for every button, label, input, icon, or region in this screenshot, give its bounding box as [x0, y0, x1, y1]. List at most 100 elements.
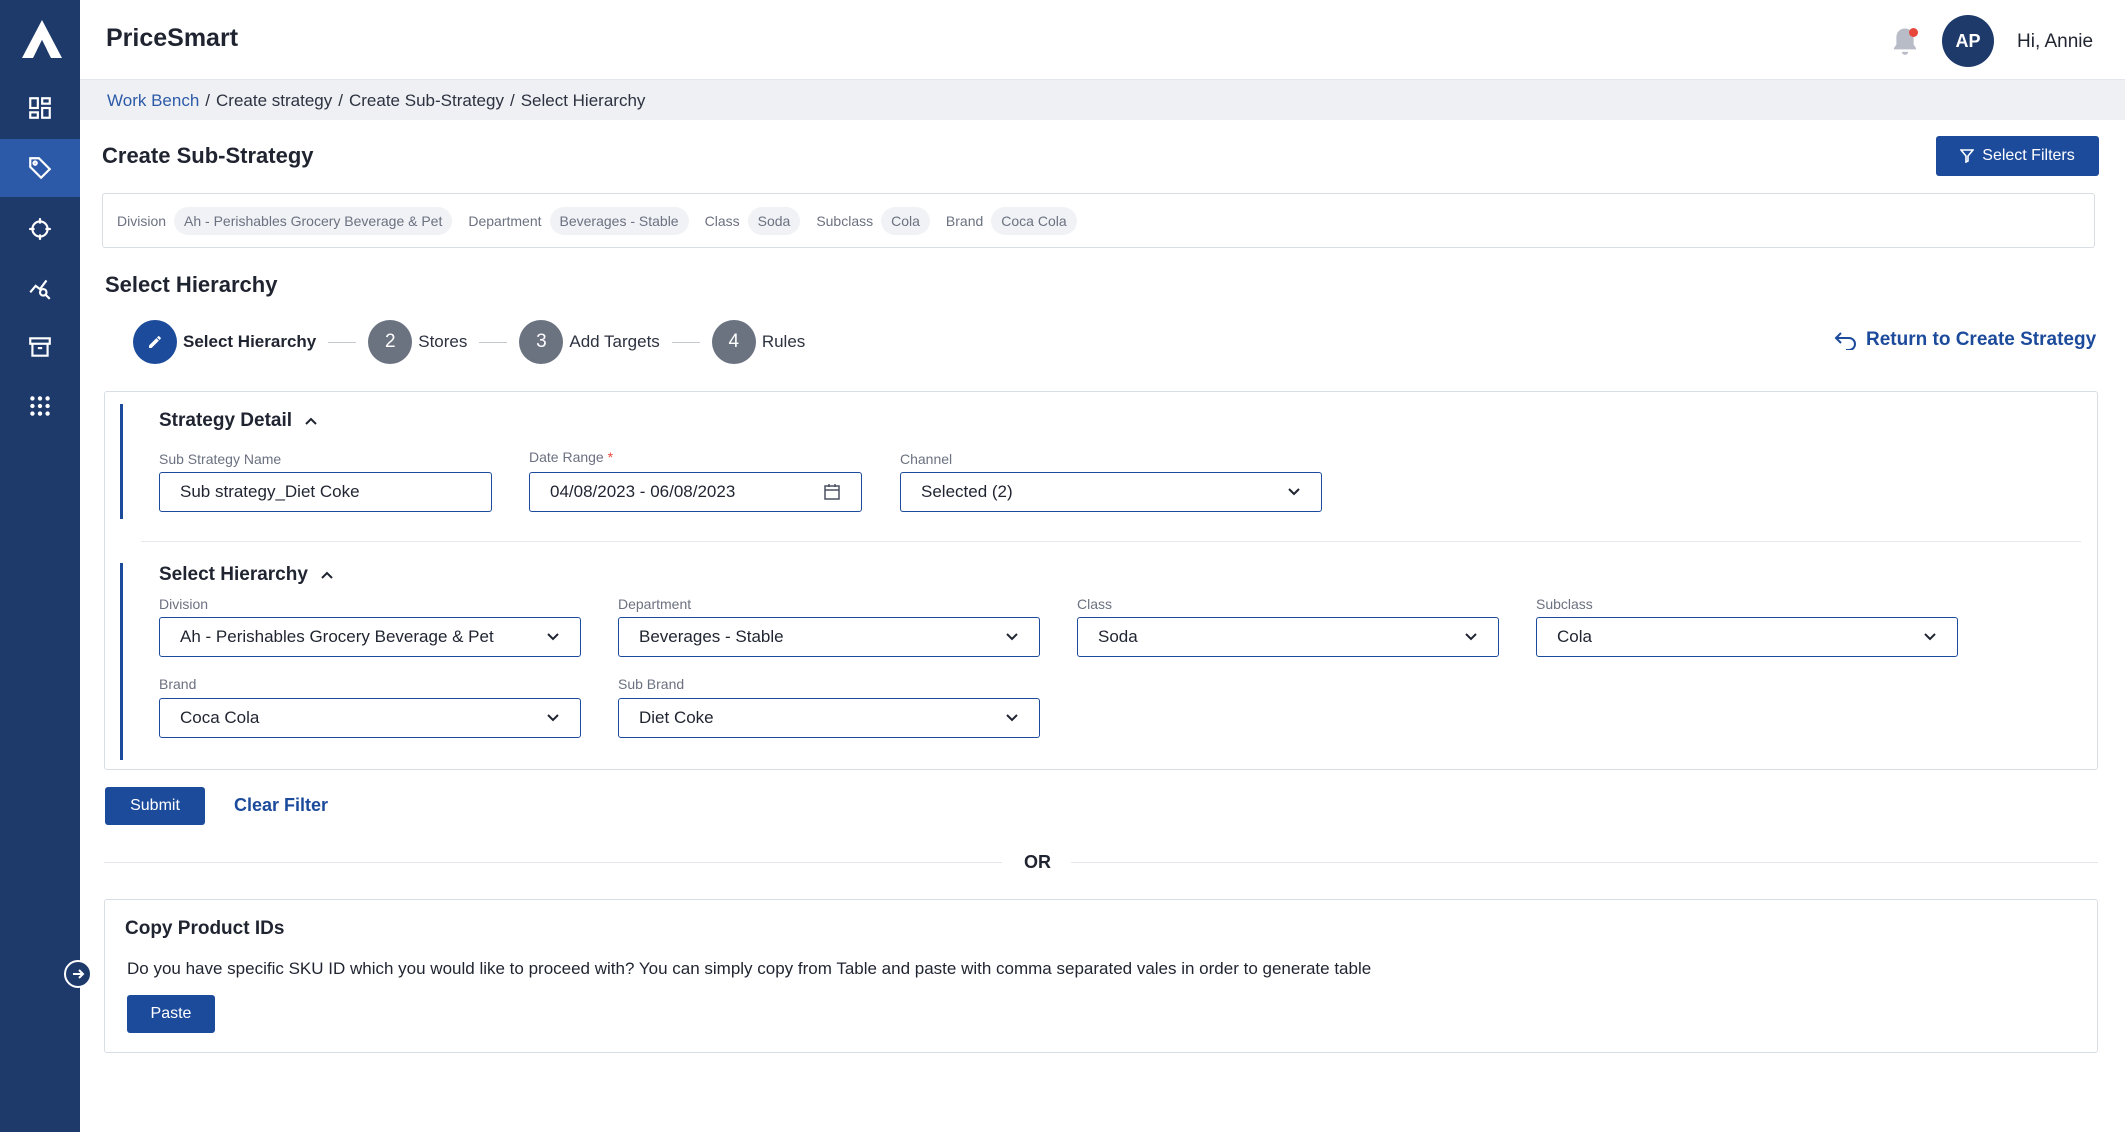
user-greeting: Hi, Annie	[2017, 31, 2094, 52]
step-circle: 4	[711, 320, 756, 364]
breadcrumb-separator: /	[205, 91, 211, 110]
or-separator-text: OR	[1024, 852, 1051, 872]
dashboard-icon	[29, 97, 51, 119]
chevron-down-icon	[1465, 633, 1477, 641]
subclass-select[interactable]: Cola	[1536, 617, 1958, 657]
brand-value: Coca Cola	[180, 708, 260, 727]
avatar[interactable]: AP	[1942, 15, 1994, 67]
sub-strategy-name-value: Sub strategy_Diet Coke	[180, 482, 360, 501]
step-connector	[671, 341, 700, 343]
chip-class: Soda	[747, 206, 801, 235]
department-value: Beverages - Stable	[639, 627, 784, 646]
pencil-icon	[149, 336, 161, 348]
step-label: Stores	[418, 332, 468, 351]
step-circle: 3	[519, 320, 564, 364]
expand-sidebar-button[interactable]	[64, 960, 92, 988]
clear-filter-link[interactable]: Clear Filter	[234, 795, 328, 816]
sidebar-item-analytics[interactable]	[0, 259, 80, 317]
division-value: Ah - Perishables Grocery Beverage & Pet	[180, 627, 494, 646]
chevron-down-icon	[1006, 714, 1018, 722]
applied-filters: Division Ah - Perishables Grocery Bevera…	[102, 193, 2095, 248]
copy-product-ids-title: Copy Product IDs	[125, 918, 285, 939]
date-range-label-text: Date Range	[529, 449, 604, 465]
notification-bell[interactable]	[1890, 26, 1920, 58]
date-range-picker[interactable]: 04/08/2023 - 06/08/2023	[529, 472, 862, 512]
sub-brand-value: Diet Coke	[639, 708, 714, 727]
apps-grid-icon	[30, 396, 50, 416]
required-asterisk: *	[607, 449, 614, 465]
chevron-up-icon	[321, 571, 333, 579]
breadcrumb-separator: /	[338, 91, 343, 110]
breadcrumb-workbench[interactable]: Work Bench	[107, 91, 199, 110]
date-range-value: 04/08/2023 - 06/08/2023	[550, 482, 736, 501]
submit-button[interactable]: Submit	[105, 787, 205, 825]
sidebar-item-archive[interactable]	[0, 318, 80, 376]
top-header: PriceSmart AP Hi, Annie	[80, 0, 2125, 80]
chip-subclass: Cola	[881, 206, 930, 235]
calendar-icon	[824, 484, 840, 500]
hierarchy-form-panel: Strategy Detail Sub Strategy Name Sub st…	[104, 391, 2098, 770]
channel-value: Selected (2)	[921, 482, 1013, 501]
step-circle: 2	[368, 320, 413, 364]
archive-icon	[29, 337, 51, 357]
section-accent-bar	[120, 404, 123, 519]
strategy-detail-header[interactable]: Strategy Detail	[159, 410, 318, 432]
step-add-targets[interactable]: 3 Add Targets	[519, 320, 660, 364]
department-label: Department	[618, 596, 692, 612]
channel-select[interactable]: Selected (2)	[900, 472, 1322, 512]
step-rules[interactable]: 4 Rules	[711, 320, 805, 364]
app-logo-icon[interactable]	[20, 18, 64, 62]
chevron-up-icon	[305, 417, 317, 425]
sub-brand-label: Sub Brand	[618, 676, 685, 692]
select-filters-button[interactable]: Select Filters	[1936, 136, 2099, 176]
chip-label-brand: Brand	[945, 212, 984, 229]
breadcrumb-create-strategy[interactable]: Create strategy	[216, 91, 332, 110]
class-select[interactable]: Soda	[1077, 617, 1499, 657]
sidebar	[0, 0, 80, 1132]
strategy-detail-title: Strategy Detail	[159, 410, 293, 431]
tag-icon	[29, 157, 52, 180]
breadcrumb: Work Bench / Create strategy / Create Sub-St…	[107, 91, 645, 111]
step-stores[interactable]: 2 Stores	[368, 320, 467, 364]
sub-strategy-name-label: Sub Strategy Name	[159, 451, 282, 467]
section-accent-bar	[120, 563, 123, 760]
stepper: Select Hierarchy 2 Stores 3 Add Targets …	[133, 319, 805, 365]
analytics-icon	[29, 279, 51, 300]
sidebar-item-apps[interactable]	[0, 377, 80, 435]
chip-label-subclass: Subclass	[816, 212, 874, 229]
division-label: Division	[159, 596, 209, 612]
arrow-right-icon	[73, 969, 85, 979]
division-select[interactable]: Ah - Perishables Grocery Beverage & Pet	[159, 617, 581, 657]
chip-label-department: Department	[468, 212, 542, 229]
crosshair-icon	[29, 218, 51, 240]
select-hierarchy-title: Select Hierarchy	[159, 564, 308, 585]
or-divider-right	[1071, 862, 2098, 863]
subclass-label: Subclass	[1536, 596, 1593, 612]
step-label: Select Hierarchy	[183, 332, 317, 351]
chevron-down-icon	[1924, 633, 1936, 641]
sub-strategy-name-input[interactable]: Sub strategy_Diet Coke	[159, 472, 492, 512]
breadcrumb-separator: /	[509, 91, 515, 110]
sub-brand-select[interactable]: Diet Coke	[618, 698, 1040, 738]
subclass-value: Cola	[1557, 627, 1592, 646]
section-divider	[141, 541, 2081, 542]
chip-label-class: Class	[704, 212, 740, 229]
paste-button[interactable]: Paste	[127, 995, 215, 1033]
sidebar-item-pricing[interactable]	[0, 139, 80, 197]
channel-label: Channel	[900, 451, 953, 467]
chip-label-division: Division	[117, 212, 167, 229]
chevron-down-icon	[547, 714, 559, 722]
chevron-down-icon	[1288, 488, 1300, 496]
filter-icon	[1960, 149, 1975, 163]
sidebar-item-dashboard[interactable]	[0, 79, 80, 137]
brand-label: Brand	[159, 676, 197, 692]
breadcrumb-create-sub-strategy[interactable]: Create Sub-Strategy	[349, 91, 504, 110]
sidebar-item-targets[interactable]	[0, 200, 80, 258]
return-to-create-strategy-link[interactable]: Return to Create Strategy	[1834, 329, 2096, 351]
step-select-hierarchy[interactable]: Select Hierarchy	[133, 320, 316, 364]
copy-product-ids-panel: Copy Product IDs Do you have specific SK…	[104, 899, 2098, 1053]
department-select[interactable]: Beverages - Stable	[618, 617, 1040, 657]
select-hierarchy-header[interactable]: Select Hierarchy	[159, 564, 334, 586]
brand-select[interactable]: Coca Cola	[159, 698, 581, 738]
section-title: Select Hierarchy	[105, 272, 278, 297]
